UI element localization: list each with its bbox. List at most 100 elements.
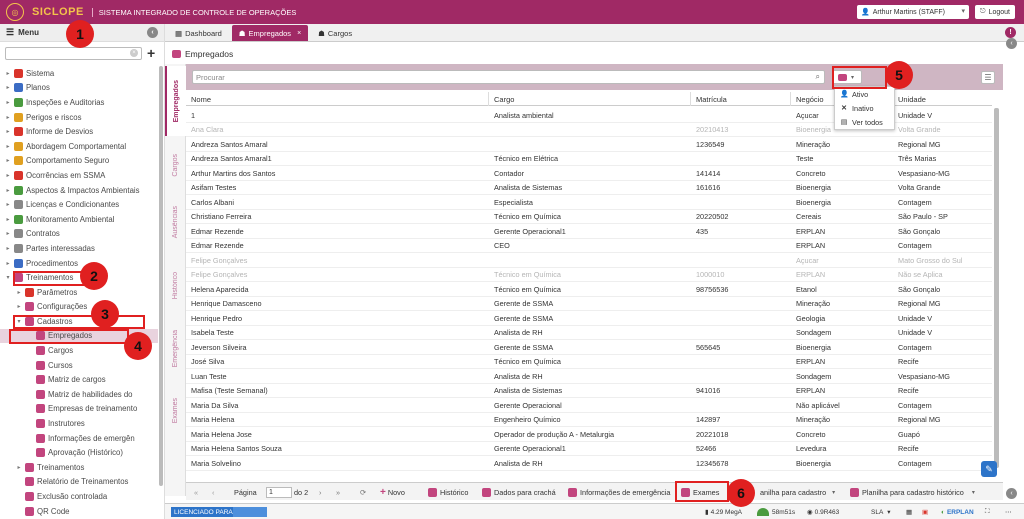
sidebar-item[interactable]: Matriz de habilidades do — [0, 387, 158, 402]
prev-page-icon[interactable]: ‹ — [212, 485, 214, 499]
chevron-right-icon[interactable]: ▸ — [4, 172, 12, 179]
chevron-down-icon[interactable]: ▾ — [972, 489, 975, 496]
sidebar-item[interactable]: ▸ Planos — [0, 81, 158, 96]
tab-dashboard[interactable]: ▦ Dashboard — [168, 25, 229, 41]
more-icon[interactable]: ⋯ — [1005, 507, 1012, 517]
table-row[interactable]: José Silva Técnico em Química ERPLAN Recife — [186, 355, 992, 369]
table-row[interactable]: Maria Da Silva Gerente Operacional Não apl… — [186, 398, 992, 413]
expand-right-icon[interactable]: ‹ — [1006, 38, 1017, 49]
chevron-down-icon[interactable]: ▾ — [832, 489, 835, 496]
table-row[interactable]: Henrique Pedro Gerente de SSMA Geologia Uni… — [186, 311, 992, 326]
badge-data-button[interactable]: Dados para crachá — [482, 485, 556, 499]
table-row[interactable]: Carlos Albani Especialista Bioenergia Conta… — [186, 195, 992, 210]
help-chat-icon[interactable]: ✎ — [981, 461, 997, 477]
sidebar-item[interactable]: Instrutores — [0, 416, 158, 431]
add-icon[interactable]: + — [147, 45, 155, 61]
chevron-right-icon[interactable]: ▸ — [15, 464, 23, 471]
table-row[interactable]: Arthur Martins dos Santos Contador 141414 C… — [186, 166, 992, 181]
filter-inativo[interactable]: ✕ Inativo — [835, 101, 894, 115]
sidebar-item[interactable]: Matriz de cargos — [0, 372, 158, 387]
tab-empregados[interactable]: ☗ Empregados × — [231, 25, 309, 41]
vtab-empregados[interactable]: Empregados — [165, 66, 186, 136]
sidebar-item[interactable]: Cursos — [0, 358, 158, 373]
table-row[interactable]: Isabela Teste Analista de RH Sondagem Unida… — [186, 326, 992, 340]
sidebar-search-input[interactable] — [5, 47, 142, 60]
col-matricula[interactable]: Matrícula — [691, 92, 791, 106]
filter-ver-todos[interactable]: ▤ Ver todos — [835, 115, 894, 129]
sidebar-item[interactable]: QR Code — [0, 504, 158, 519]
chevron-right-icon[interactable]: ▸ — [4, 114, 12, 121]
col-cargo[interactable]: Cargo — [489, 92, 691, 106]
chevron-right-icon[interactable]: ▸ — [4, 157, 12, 164]
search-icon[interactable]: ⌕ — [816, 72, 820, 82]
col-nome[interactable]: Nome — [186, 92, 489, 106]
sidebar-item[interactable]: Relatório de Treinamentos — [0, 475, 158, 490]
grid-search-input[interactable]: Procurar ⌕ — [192, 70, 825, 84]
table-row[interactable]: Christiano Ferreira Técnico em Química 202… — [186, 210, 992, 224]
info-icon[interactable]: ! — [1005, 27, 1016, 38]
chevron-right-icon[interactable]: ▸ — [4, 201, 12, 208]
chevron-right-icon[interactable]: ▸ — [4, 143, 12, 150]
history-button[interactable]: Histórico — [428, 485, 468, 499]
table-row[interactable]: Andreza Santos Amaral1 Técnico em Elétric… — [186, 152, 992, 166]
chevron-down-icon[interactable]: ▾ — [4, 274, 12, 281]
vtab-ausencias[interactable]: Ausências — [165, 192, 186, 252]
chevron-right-icon[interactable]: ▸ — [4, 128, 12, 135]
filter-ativo[interactable]: 👤 Ativo — [835, 87, 894, 101]
col-unidade[interactable]: Unidade — [893, 92, 992, 106]
grid-icon[interactable]: ▦ — [906, 507, 912, 517]
sidebar-item[interactable]: ▸ Abordagem Comportamental — [0, 139, 158, 154]
refresh-icon[interactable]: ⟳ — [360, 485, 366, 499]
chevron-right-icon[interactable]: ▸ — [4, 84, 12, 91]
sidebar-item[interactable]: ▸ Perigos e riscos — [0, 110, 158, 125]
sidebar-scrollbar[interactable] — [159, 66, 163, 486]
logout-button[interactable]: ⎋ Logout — [975, 5, 1015, 19]
notifications-icon[interactable]: ▣ — [922, 507, 928, 517]
sheet-button[interactable]: anilha para cadastro ▾ — [760, 485, 835, 499]
table-row[interactable]: Edmar Rezende Gerente Operacional1 435 ERPL… — [186, 224, 992, 239]
hamburger-icon[interactable]: ☰ — [6, 27, 14, 38]
clear-search-icon[interactable]: × — [130, 49, 138, 57]
table-row[interactable]: Maria Helena Jose Operador de produção A … — [186, 427, 992, 442]
table-row[interactable]: Andreza Santos Amaral 1236549 Mineração Reg… — [186, 137, 992, 152]
chevron-right-icon[interactable]: ▸ — [15, 303, 23, 310]
chevron-right-icon[interactable]: ▸ — [4, 99, 12, 106]
sidebar-item[interactable]: ▸ Partes interessadas — [0, 241, 158, 256]
collapse-sidebar-icon[interactable]: ‹ — [147, 27, 158, 38]
table-row[interactable]: Felipe Gonçalves Técnico em Química 100001… — [186, 268, 992, 282]
close-tab-icon[interactable]: × — [297, 30, 301, 37]
table-row[interactable]: Henrique Damasceno Gerente de SSMA Mineraç… — [186, 297, 992, 311]
chevron-right-icon[interactable]: ▸ — [4, 216, 12, 223]
columns-menu-icon[interactable]: ☰ — [981, 71, 995, 84]
chevron-right-icon[interactable]: ▸ — [15, 289, 23, 296]
sidebar-item[interactable]: Informações de emergên — [0, 431, 158, 446]
vtab-cargos[interactable]: Cargos — [165, 140, 186, 190]
page-input[interactable]: 1 — [266, 486, 292, 498]
sidebar-item[interactable]: ▸ Procedimentos — [0, 256, 158, 271]
sidebar-item[interactable]: Exclusão controlada — [0, 489, 158, 504]
sheet-history-button[interactable]: Planilha para cadastro histórico ▾ — [850, 485, 975, 499]
sidebar-item[interactable]: ▸ Informe de Desvios — [0, 124, 158, 139]
user-menu[interactable]: 👤 Arthur Martins (STAFF) ▾ — [857, 5, 969, 19]
sidebar-item[interactable]: Aprovação (Histórico) — [0, 445, 158, 460]
chevron-right-icon[interactable]: ▸ — [4, 187, 12, 194]
next-page-icon[interactable]: › — [319, 485, 321, 499]
sidebar-item[interactable]: ▸ Contratos — [0, 227, 158, 242]
emergency-info-button[interactable]: Informações de emergência — [568, 485, 670, 499]
vtab-exames[interactable]: Exames — [165, 386, 186, 436]
table-row[interactable]: Maria Helena Engenheiro Químico 142897 Mine… — [186, 413, 992, 427]
chevron-right-icon[interactable]: ▸ — [4, 230, 12, 237]
new-button[interactable]: + Novo — [380, 485, 405, 499]
sidebar-item[interactable]: ▸ Ocorrências em SSMA — [0, 168, 158, 183]
vtab-emergencia[interactable]: Emergência — [165, 318, 186, 380]
sidebar-item[interactable]: ▸ Monitoramento Ambiental — [0, 212, 158, 227]
table-row[interactable]: Maria Solvelino Analista de RH 12345678 Bio… — [186, 456, 992, 471]
sidebar-item[interactable]: ▸ Comportamento Seguro — [0, 154, 158, 169]
vtab-historico[interactable]: Histórico — [165, 256, 186, 316]
table-row[interactable]: Edmar Rezende CEO ERPLAN Contagem — [186, 239, 992, 253]
first-page-icon[interactable]: « — [194, 485, 198, 499]
table-row[interactable]: Jeverson Silveira Gerente de SSMA 565645 Bi… — [186, 340, 992, 355]
sidebar-item[interactable]: ▸ Licenças e Condicionantes — [0, 197, 158, 212]
table-row[interactable]: Maria Helena Santos Souza Gerente Operaci… — [186, 442, 992, 456]
table-row[interactable]: Mafisa (Teste Semanal) Analista de Sistem… — [186, 384, 992, 398]
